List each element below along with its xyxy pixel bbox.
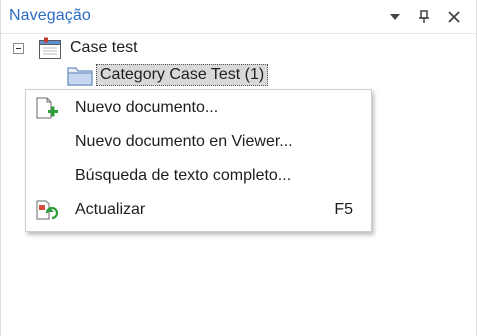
- tree-node-category-case-test[interactable]: Category Case Test (1): [96, 64, 269, 86]
- menu-item-refresh[interactable]: Actualizar F5: [26, 194, 371, 228]
- menu-item-new-document-viewer[interactable]: Nuevo documento en Viewer...: [26, 126, 371, 160]
- tree-node-case-test[interactable]: Case test: [70, 39, 138, 57]
- new-document-icon: [34, 97, 58, 121]
- menu-item-fulltext-search[interactable]: Búsqueda de texto completo...: [26, 160, 371, 194]
- navigation-panel: Navegação Case test Category Case Test (…: [0, 0, 477, 336]
- menu-item-shortcut: F5: [334, 201, 353, 218]
- dropdown-icon[interactable]: [386, 8, 404, 26]
- case-icon: [38, 37, 62, 66]
- collapse-toggle[interactable]: [13, 43, 24, 54]
- panel-titlebar: Navegação: [1, 0, 476, 34]
- context-menu: Nuevo documento... Nuevo documento en Vi…: [25, 89, 372, 232]
- menu-item-new-document[interactable]: Nuevo documento...: [26, 92, 371, 126]
- panel-title: Navegação: [9, 7, 91, 24]
- pin-icon[interactable]: [415, 8, 433, 26]
- refresh-icon: [34, 199, 59, 223]
- close-icon[interactable]: [445, 8, 463, 26]
- menu-item-label: Nuevo documento...: [75, 99, 219, 116]
- folder-icon: [67, 64, 93, 91]
- menu-item-label: Actualizar: [75, 201, 146, 218]
- menu-item-label: Búsqueda de texto completo...: [75, 167, 292, 184]
- menu-item-label: Nuevo documento en Viewer...: [75, 133, 293, 150]
